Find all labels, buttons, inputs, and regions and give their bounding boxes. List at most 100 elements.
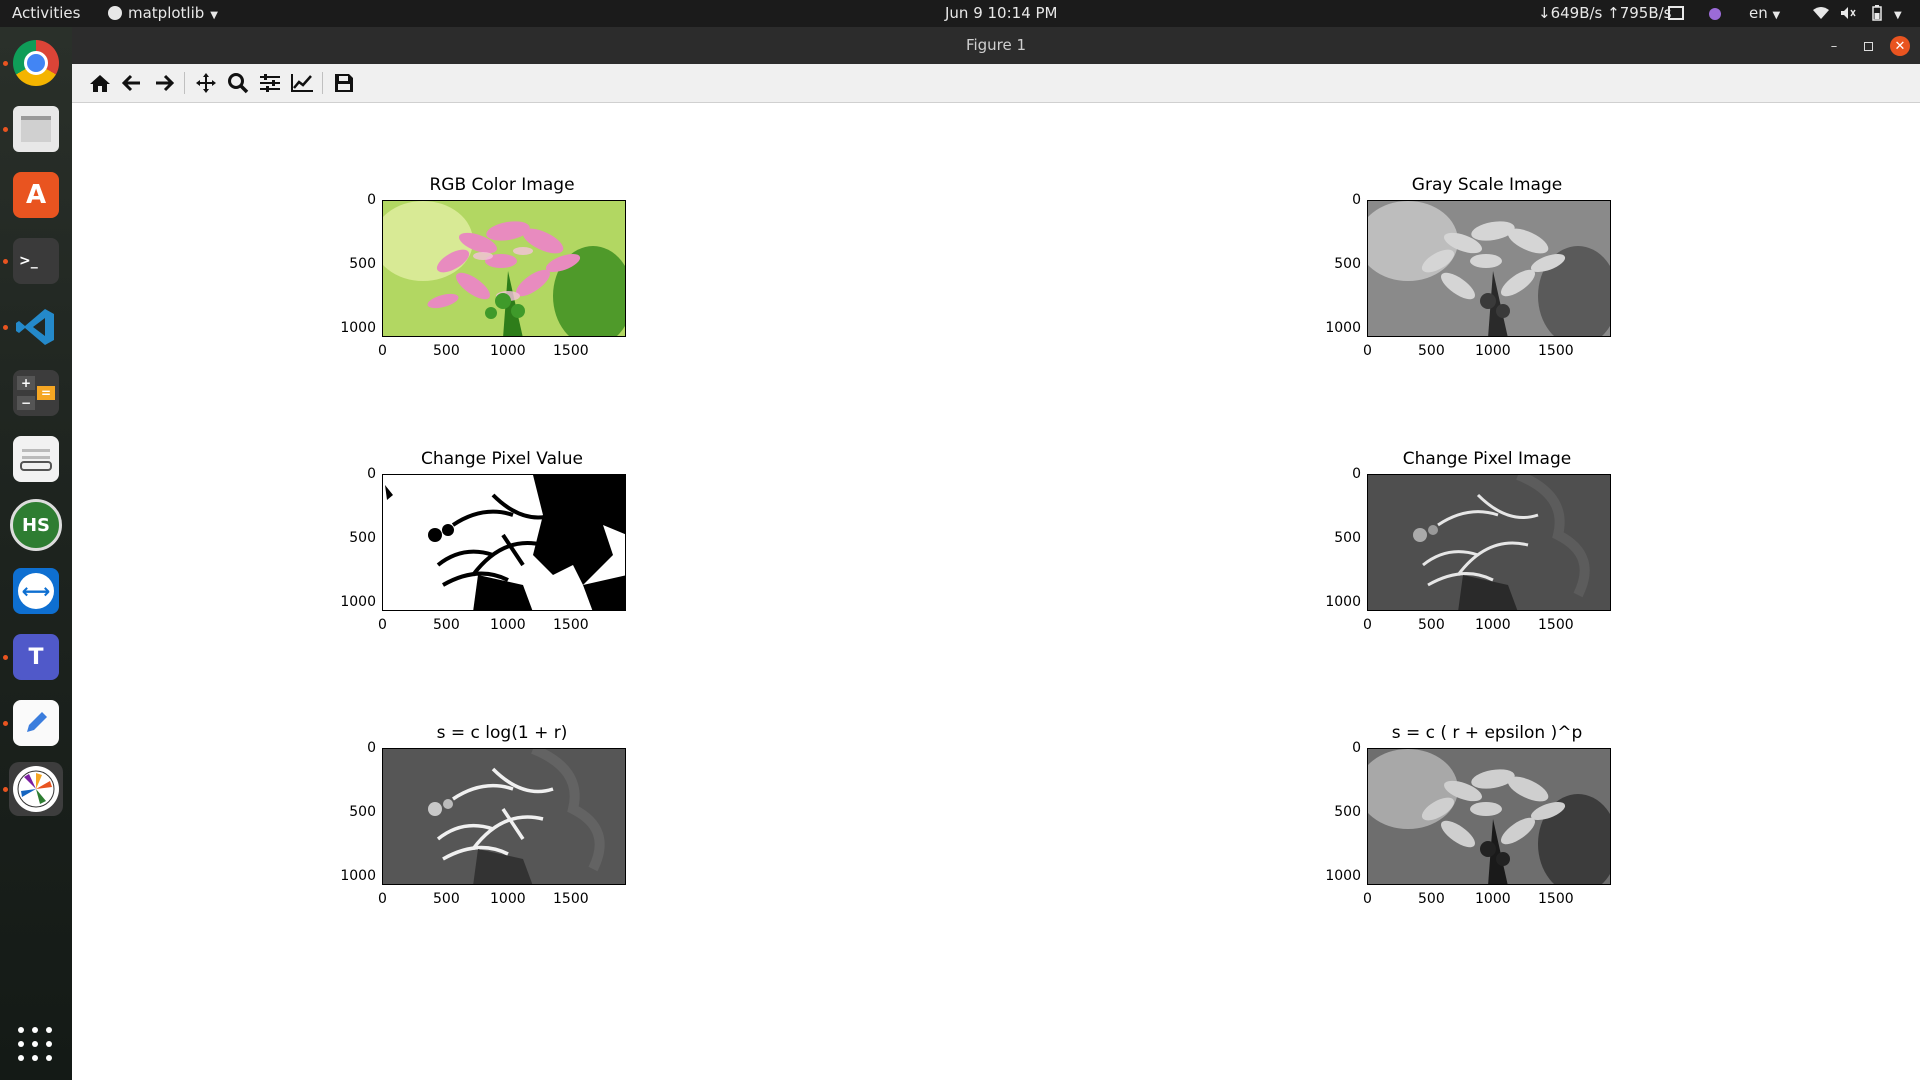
x-tick-label: 1500	[1538, 343, 1574, 359]
figure-canvas[interactable]: RGB Color Image 0 500 1000 0 500 1000 15…	[72, 103, 1920, 1080]
y-tick-label: 0	[1352, 192, 1361, 208]
top-bar: Activities matplotlib ▼ Jun 9 10:14 PM ↓6…	[0, 0, 1920, 27]
y-tick-label: 1000	[1325, 868, 1361, 884]
dock-text-editor[interactable]	[9, 696, 63, 750]
minimize-button[interactable]: –	[1824, 36, 1844, 56]
x-tick-label: 1500	[553, 617, 589, 633]
back-button[interactable]	[118, 70, 146, 96]
x-tick-label: 0	[1363, 617, 1372, 633]
text-editor-icon	[13, 700, 59, 746]
battery-icon[interactable]	[1872, 0, 1882, 27]
x-tick-label: 1500	[553, 343, 589, 359]
configure-subplots-icon	[260, 74, 280, 92]
clock[interactable]: Jun 9 10:14 PM	[945, 0, 1058, 27]
y-tick-label: 500	[1334, 804, 1361, 820]
x-tick-label: 0	[378, 343, 387, 359]
edit-axes-button[interactable]	[288, 70, 316, 96]
x-tick-label: 1000	[1475, 891, 1511, 907]
dock-terminal[interactable]: >_	[9, 234, 63, 288]
terminal-icon: >_	[13, 238, 59, 284]
image-log	[382, 748, 626, 885]
x-tick-label: 1000	[1475, 343, 1511, 359]
x-tick-label: 0	[378, 617, 387, 633]
dock-vscode[interactable]	[9, 300, 63, 354]
y-tick-label: 0	[1352, 740, 1361, 756]
x-tick-label: 500	[433, 891, 460, 907]
image-rgb	[382, 200, 626, 337]
subplot-title: RGB Color Image	[429, 175, 575, 195]
wifi-icon[interactable]	[1812, 0, 1830, 27]
pan-icon	[196, 73, 216, 93]
folder-icon	[13, 106, 59, 152]
y-tick-label: 500	[349, 256, 376, 272]
save-icon	[335, 74, 353, 92]
dock-matplotlib[interactable]	[9, 762, 63, 816]
pan-button[interactable]	[192, 70, 220, 96]
document-viewer-icon	[13, 436, 59, 482]
y-tick-label: 0	[367, 740, 376, 756]
x-tick-label: 1000	[490, 891, 526, 907]
app-menu[interactable]: matplotlib ▼	[108, 0, 218, 27]
chevron-down-icon: ▼	[210, 10, 218, 21]
zoom-button[interactable]	[224, 70, 252, 96]
close-button[interactable]: ✕	[1890, 36, 1910, 56]
chevron-down-icon: ▼	[1772, 10, 1781, 21]
dock-chrome[interactable]	[9, 36, 63, 90]
y-tick-label: 0	[1352, 466, 1361, 482]
save-button[interactable]	[330, 70, 358, 96]
maximize-button[interactable]	[1858, 36, 1878, 56]
subplot-title: Change Pixel Image	[1402, 449, 1572, 469]
x-tick-label: 0	[1363, 343, 1372, 359]
close-icon: ✕	[1894, 38, 1906, 54]
image-binary	[382, 474, 626, 611]
configure-subplots-button[interactable]	[256, 70, 284, 96]
minimize-icon: –	[1830, 38, 1838, 54]
y-tick-label: 1000	[1325, 320, 1361, 336]
x-tick-label: 500	[1418, 891, 1445, 907]
x-tick-label: 500	[433, 617, 460, 633]
app-center-icon: A	[13, 172, 59, 218]
home-button[interactable]	[86, 70, 114, 96]
chrome-icon	[13, 40, 59, 86]
y-tick-label: 0	[367, 192, 376, 208]
x-tick-label: 0	[378, 891, 387, 907]
dock-document-viewer[interactable]	[9, 432, 63, 486]
y-tick-label: 1000	[1325, 594, 1361, 610]
x-tick-label: 1500	[1538, 617, 1574, 633]
system-menu-chevron-icon[interactable]: ▼	[1894, 0, 1902, 27]
x-tick-label: 1500	[553, 891, 589, 907]
x-tick-label: 1000	[1475, 617, 1511, 633]
dock-calculator[interactable]: + = −	[9, 366, 63, 420]
teams-icon: T	[13, 634, 59, 680]
restore-icon	[1863, 41, 1873, 51]
dock-teamviewer[interactable]: ⟷	[9, 564, 63, 618]
dock-teams[interactable]: T	[9, 630, 63, 684]
dock-hs[interactable]: HS	[9, 498, 63, 552]
dock-files[interactable]	[9, 102, 63, 156]
x-tick-label: 500	[433, 343, 460, 359]
calculator-icon: + = −	[13, 370, 59, 416]
y-tick-label: 500	[349, 530, 376, 546]
matplotlib-icon	[13, 766, 59, 812]
show-applications-button[interactable]	[9, 1017, 63, 1071]
language-label: en	[1749, 4, 1768, 22]
back-icon	[122, 74, 140, 92]
y-tick-label: 1000	[340, 320, 376, 336]
extension-icon[interactable]	[1709, 0, 1721, 27]
dock: A >_ + = − HS ⟷ T	[0, 27, 72, 1080]
app-menu-label: matplotlib	[128, 4, 205, 22]
screen-icon[interactable]	[1668, 0, 1684, 27]
x-tick-label: 1000	[490, 617, 526, 633]
activities-button[interactable]: Activities	[12, 0, 80, 27]
dock-app-center[interactable]: A	[9, 168, 63, 222]
y-tick-label: 500	[1334, 530, 1361, 546]
window-titlebar[interactable]: Figure 1 – ✕	[72, 27, 1920, 64]
forward-icon	[156, 74, 174, 92]
x-tick-label: 500	[1418, 617, 1445, 633]
x-tick-label: 1500	[1538, 891, 1574, 907]
language-indicator[interactable]: en ▼	[1749, 0, 1780, 27]
hs-icon: HS	[10, 499, 62, 551]
forward-button[interactable]	[150, 70, 178, 96]
volume-icon[interactable]	[1840, 0, 1856, 27]
image-gray	[1367, 200, 1611, 337]
